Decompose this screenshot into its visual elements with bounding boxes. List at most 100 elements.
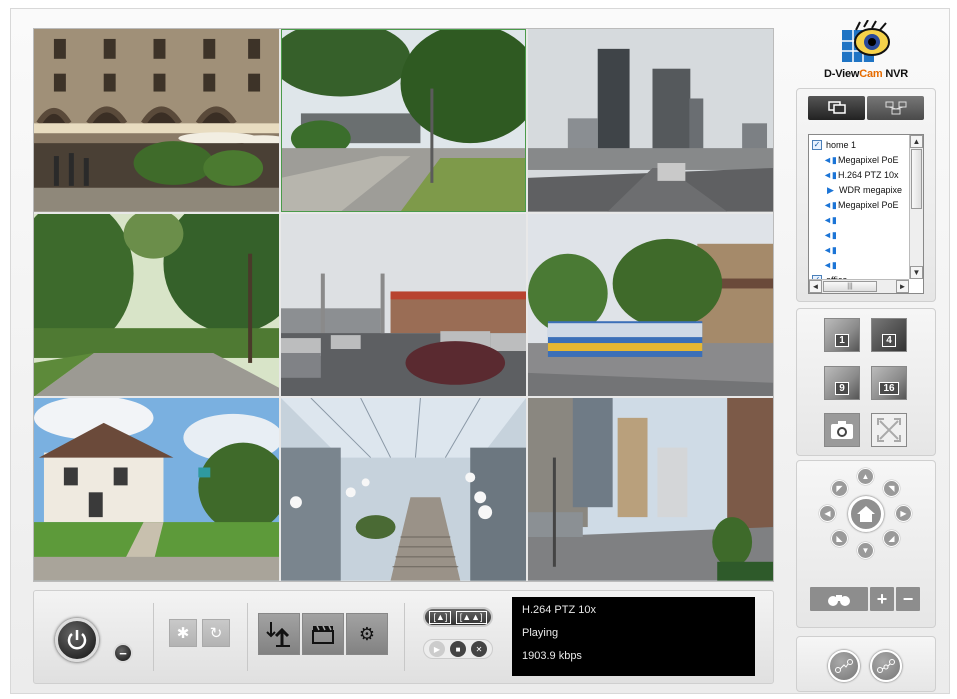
refresh-icon: ✱: [176, 625, 190, 642]
zoom-binoculars-button[interactable]: [810, 587, 868, 611]
tree-camera-8[interactable]: ◄▮: [811, 257, 907, 272]
stop-icon[interactable]: ■: [450, 641, 466, 657]
ptz-up-left-button[interactable]: ◤: [831, 480, 848, 497]
layout-1-label: 1: [835, 334, 849, 347]
video-grid: [33, 28, 774, 582]
clapperboard-icon: [312, 625, 334, 644]
ptz-up-button[interactable]: ▲: [857, 468, 874, 485]
tree-camera-3[interactable]: ▶ WDR megapixe: [811, 182, 907, 197]
zoom-bar: + −: [810, 587, 922, 611]
vertical-scroll-thumb[interactable]: [911, 149, 922, 209]
multi-view-button[interactable]: [▲▲]: [455, 610, 487, 624]
network-view-tab[interactable]: [867, 96, 924, 120]
close-icon[interactable]: ✕: [471, 641, 487, 657]
ptz-down-button[interactable]: ▼: [857, 542, 874, 559]
network-icon: [885, 101, 906, 115]
status-camera-name: H.264 PTZ 10x: [522, 604, 596, 616]
tree-camera-6[interactable]: ◄▮: [811, 227, 907, 242]
camera-icon: [831, 421, 853, 439]
playback-export-button[interactable]: [258, 613, 300, 655]
divider: [153, 603, 154, 671]
scroll-right-icon[interactable]: ►: [896, 280, 909, 293]
binoculars-icon: [828, 595, 850, 606]
layout-1-button[interactable]: 1: [824, 318, 860, 352]
camera-label: Megapixel PoE: [838, 154, 899, 165]
camera-icon: ◄▮: [823, 154, 837, 165]
ptz-up-right-button[interactable]: ◥: [883, 480, 900, 497]
video-tile-6[interactable]: [528, 213, 773, 397]
zoom-out-button[interactable]: −: [896, 587, 920, 611]
tree-camera-4[interactable]: ◄▮ Megapixel PoE: [811, 197, 907, 212]
fullscreen-icon: [877, 418, 901, 442]
power-button[interactable]: [55, 618, 99, 662]
video-tile-7[interactable]: [34, 398, 279, 581]
fullscreen-button[interactable]: [871, 413, 907, 447]
minimize-button[interactable]: −: [113, 643, 133, 663]
scroll-up-icon[interactable]: ▲: [910, 135, 923, 148]
ptz-control: ▲ ◥ ▶ ◢ ▼ ◣ ◀ ◤: [818, 468, 914, 560]
zoom-in-button[interactable]: +: [870, 587, 894, 611]
ptz-down-right-button[interactable]: ◢: [883, 530, 900, 547]
playback-control-pill: ▶ ■ ✕: [423, 639, 493, 659]
logo-title: D-ViewCam NVR: [800, 68, 932, 80]
divider: [247, 603, 248, 671]
video-tile-8[interactable]: [281, 398, 526, 581]
layout-9-button[interactable]: 9: [824, 366, 860, 400]
minus-icon: −: [119, 645, 127, 661]
tree-camera-7[interactable]: ◄▮: [811, 242, 907, 257]
camera-icon: ◄▮: [823, 199, 837, 210]
play-icon: ▶: [827, 184, 834, 195]
camera-tree: ✓ home 1 ◄▮ Megapixel PoE ◄▮ H.264 PTZ 10x …: [808, 134, 924, 294]
layout-16-button[interactable]: 16: [871, 366, 907, 400]
eye-logo-icon: [842, 20, 890, 62]
layout-4-label: 4: [882, 334, 896, 347]
route-right-button[interactable]: [870, 650, 902, 682]
snapshot-button[interactable]: [824, 413, 860, 447]
logo-text-b: Cam: [859, 68, 883, 80]
tree-vertical-scrollbar[interactable]: ▲ ▼: [909, 135, 923, 279]
video-tile-9[interactable]: [528, 398, 773, 581]
scroll-down-icon[interactable]: ▼: [910, 266, 923, 279]
app-logo: D-ViewCam NVR: [800, 20, 932, 84]
video-tile-2[interactable]: [281, 29, 526, 212]
tree-horizontal-scrollbar[interactable]: ◄ ||| ►: [809, 279, 909, 293]
tree-camera-1[interactable]: ◄▮ Megapixel PoE: [811, 152, 907, 167]
ptz-left-button[interactable]: ◀: [819, 505, 836, 522]
gear-icon: ⚙: [358, 623, 376, 644]
settings-button[interactable]: ⚙: [346, 613, 388, 655]
video-tile-3[interactable]: [528, 29, 773, 212]
route-left-button[interactable]: [828, 650, 860, 682]
camera-label: H.264 PTZ 10x: [838, 169, 899, 180]
path-icon: [877, 659, 895, 673]
right-panel-bottom: [796, 636, 936, 692]
ptz-home-button[interactable]: [848, 496, 884, 532]
group-label: home 1: [826, 139, 857, 150]
play-icon[interactable]: ▶: [429, 641, 445, 657]
home-icon: [857, 506, 875, 522]
layout-4-button[interactable]: 4: [871, 318, 907, 352]
video-clip-button[interactable]: [302, 613, 344, 655]
video-tile-5[interactable]: [281, 213, 526, 397]
horizontal-scroll-thumb[interactable]: |||: [823, 281, 877, 292]
refresh-left-button[interactable]: ✱: [169, 619, 197, 647]
camera-icon: ◄▮: [823, 169, 837, 180]
tree-camera-5[interactable]: ◄▮: [811, 212, 907, 227]
single-view-button[interactable]: [▲]: [429, 610, 452, 624]
divider: [404, 603, 405, 671]
refresh-right-button[interactable]: ↻: [202, 619, 230, 647]
logo-text-a: D-View: [823, 68, 860, 80]
tree-camera-2[interactable]: ◄▮ H.264 PTZ 10x: [811, 167, 907, 182]
ptz-down-left-button[interactable]: ◣: [831, 530, 848, 547]
scroll-left-icon[interactable]: ◄: [809, 280, 822, 293]
camera-icon: ◄▮: [823, 229, 837, 240]
live-view-tab[interactable]: [808, 96, 865, 120]
rotate-icon: ↻: [209, 625, 223, 642]
camera-label: Megapixel PoE: [838, 199, 899, 210]
ptz-right-button[interactable]: ▶: [895, 505, 912, 522]
camera-icon: ◄▮: [823, 214, 837, 225]
check-icon[interactable]: ✓: [812, 139, 822, 150]
camera-label: WDR megapixe: [839, 184, 903, 195]
video-tile-4[interactable]: [34, 213, 279, 397]
video-tile-1[interactable]: [34, 29, 279, 212]
tree-group-home[interactable]: ✓ home 1: [811, 137, 907, 152]
